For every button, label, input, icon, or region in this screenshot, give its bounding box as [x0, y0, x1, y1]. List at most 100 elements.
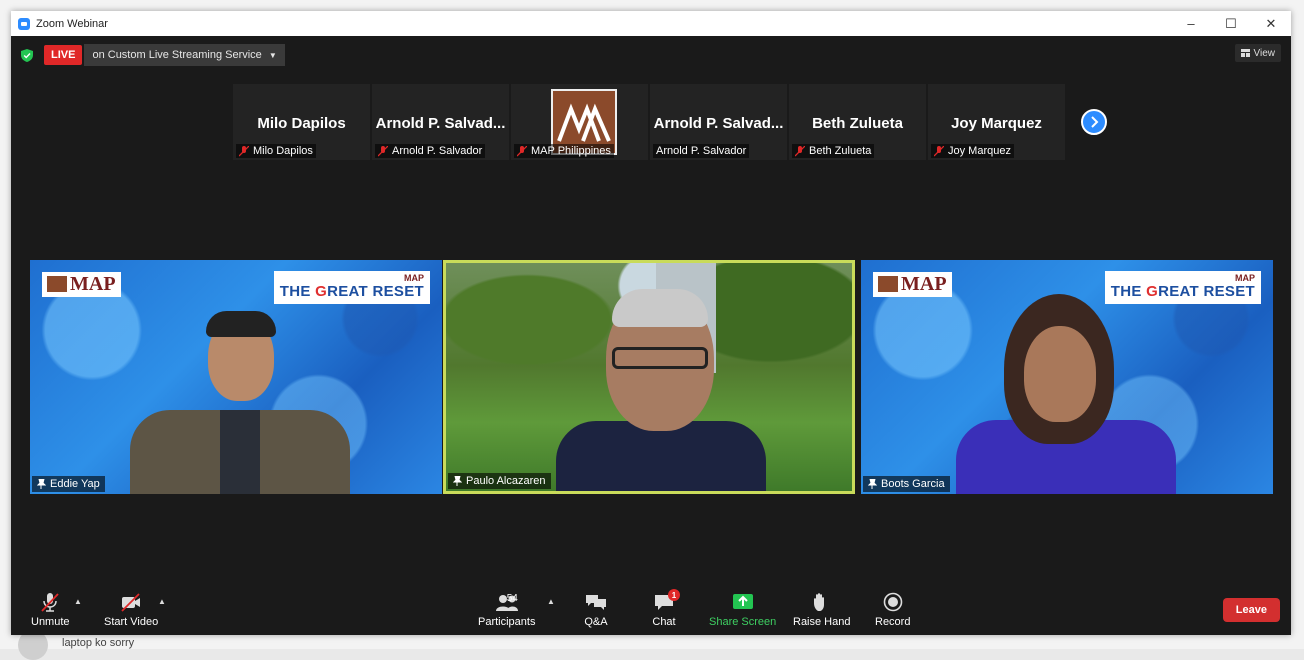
view-label: View — [1253, 47, 1276, 59]
participant-name-large: Milo Dapilos — [257, 115, 346, 132]
participant-label-text: Arnold P. Salvador — [656, 145, 747, 157]
participant-name-large: Joy Marquez — [951, 115, 1042, 132]
video-name-tag: Paulo Alcazaren — [448, 473, 551, 489]
great-reset-text: THE GREAT RESET — [279, 283, 424, 300]
grid-icon — [1240, 49, 1250, 57]
start-video-button[interactable]: Start Video — [104, 591, 158, 628]
title-bar: Zoom Webinar – ☐ ✕ — [11, 11, 1291, 36]
participant-tile[interactable]: Arnold P. Salvad... Arnold P. Salvador — [650, 84, 787, 160]
participant-name-large: Arnold P. Salvad... — [653, 115, 784, 132]
participant-tile[interactable]: Milo Dapilos Milo Dapilos — [233, 84, 370, 160]
participant-label: Beth Zulueta — [792, 144, 875, 158]
participant-label: Milo Dapilos — [236, 144, 316, 158]
video-tile[interactable]: MAP MAP THE GREAT RESET Boots Garcia — [861, 260, 1273, 494]
meeting-toolbar: Unmute ▲ Start Video ▲ 54 Participants ▲… — [11, 583, 1291, 635]
video-off-icon — [121, 593, 141, 612]
audio-options-caret[interactable]: ▲ — [74, 597, 82, 606]
great-reset-small-text: MAP — [1235, 273, 1255, 283]
minimize-button[interactable]: – — [1171, 11, 1211, 36]
participant-name-large: Arnold P. Salvad... — [375, 115, 506, 132]
participant-label: MAP Philippines — [514, 144, 614, 158]
participants-count: 54 — [506, 593, 518, 604]
maximize-button[interactable]: ☐ — [1211, 11, 1251, 36]
meeting-area: LIVE on Custom Live Streaming Service ▼ … — [11, 36, 1291, 635]
participant-label: Joy Marquez — [931, 144, 1014, 158]
video-name-tag: Eddie Yap — [32, 476, 105, 492]
record-button[interactable]: Record — [875, 591, 910, 628]
zoom-window: Zoom Webinar – ☐ ✕ LIVE on Custom Live S… — [11, 11, 1291, 635]
mic-muted-icon — [378, 145, 388, 156]
participant-name-large: Beth Zulueta — [812, 115, 903, 132]
leave-button[interactable]: Leave — [1222, 598, 1280, 622]
unmute-button[interactable]: Unmute — [31, 591, 70, 628]
participant-label-text: MAP Philippines — [531, 145, 611, 157]
close-button[interactable]: ✕ — [1251, 11, 1291, 36]
raise-hand-button[interactable]: Raise Hand — [793, 591, 850, 628]
great-reset-logo: MAP THE GREAT RESET — [1104, 271, 1261, 304]
pin-icon — [37, 479, 46, 489]
zoom-app-icon — [18, 17, 30, 30]
live-service-dropdown[interactable]: on Custom Live Streaming Service ▼ — [84, 44, 285, 66]
participant-strip: Milo Dapilos Milo Dapilos Arnold P. Salv… — [233, 84, 1067, 160]
window-title: Zoom Webinar — [36, 17, 108, 30]
video-name-label: Eddie Yap — [50, 478, 100, 490]
video-options-caret[interactable]: ▲ — [158, 597, 166, 606]
participants-options-caret[interactable]: ▲ — [547, 597, 555, 606]
live-status-bar: LIVE on Custom Live Streaming Service ▼ — [21, 44, 285, 66]
share-screen-button[interactable]: Share Screen — [709, 591, 776, 628]
mic-muted-icon — [41, 593, 59, 612]
mic-muted-icon — [239, 145, 249, 156]
participant-tile[interactable]: MAP Philippines — [511, 84, 648, 160]
mic-muted-icon — [517, 145, 527, 156]
chat-unread-badge: 1 — [668, 589, 680, 601]
chevron-right-icon — [1091, 116, 1099, 128]
background-chat-message: laptop ko sorry — [62, 637, 135, 649]
pin-icon — [453, 476, 462, 486]
shield-icon[interactable] — [21, 48, 33, 62]
great-reset-logo: MAP THE GREAT RESET — [273, 271, 430, 304]
participants-button[interactable]: 54 Participants — [478, 591, 535, 628]
participant-label: Arnold P. Salvador — [375, 144, 486, 158]
video-tile[interactable]: MAP MAP THE GREAT RESET Eddie Yap — [30, 260, 442, 494]
chat-button[interactable]: 1 Chat — [652, 589, 680, 628]
unmute-label: Unmute — [31, 616, 70, 628]
window-controls: – ☐ ✕ — [1171, 11, 1291, 36]
start-video-label: Start Video — [104, 616, 159, 628]
participant-label-text: Milo Dapilos — [253, 145, 313, 157]
qa-icon — [586, 595, 606, 610]
raise-hand-label: Raise Hand — [793, 616, 851, 628]
video-tile-active-speaker[interactable]: Paulo Alcazaren — [443, 260, 855, 494]
view-button[interactable]: View — [1234, 44, 1281, 62]
participants-label: Participants — [478, 616, 536, 628]
participant-label-text: Joy Marquez — [948, 145, 1011, 157]
map-logo: MAP — [42, 272, 121, 297]
next-page-button[interactable] — [1081, 109, 1107, 135]
map-logo: MAP — [873, 272, 952, 297]
mic-muted-icon — [934, 145, 944, 156]
share-screen-icon — [732, 594, 753, 609]
record-label: Record — [875, 616, 911, 628]
record-icon — [883, 592, 903, 612]
live-badge: LIVE — [44, 45, 83, 65]
participant-label: Arnold P. Salvador — [653, 144, 750, 158]
hand-icon — [813, 593, 824, 611]
great-reset-small-text: MAP — [404, 273, 424, 283]
video-name-label: Boots Garcia — [881, 478, 945, 490]
participant-label-text: Arnold P. Salvador — [392, 145, 483, 157]
qa-label: Q&A — [584, 616, 608, 628]
video-name-tag: Boots Garcia — [863, 476, 950, 492]
map-logo-text: MAP — [901, 273, 947, 295]
share-screen-label: Share Screen — [709, 616, 777, 628]
participant-tile[interactable]: Arnold P. Salvad... Arnold P. Salvador — [372, 84, 509, 160]
participant-tile[interactable]: Joy Marquez Joy Marquez — [928, 84, 1065, 160]
great-reset-text: THE GREAT RESET — [1110, 283, 1255, 300]
live-service-label: on Custom Live Streaming Service — [92, 49, 262, 61]
chevron-down-icon: ▼ — [268, 50, 277, 60]
map-logo-text: MAP — [70, 273, 116, 295]
qa-button[interactable]: Q&A — [584, 591, 608, 628]
video-name-label: Paulo Alcazaren — [466, 475, 546, 487]
participant-tile[interactable]: Beth Zulueta Beth Zulueta — [789, 84, 926, 160]
mic-muted-icon — [795, 145, 805, 156]
participant-label-text: Beth Zulueta — [809, 145, 872, 157]
chat-label: Chat — [652, 616, 676, 628]
